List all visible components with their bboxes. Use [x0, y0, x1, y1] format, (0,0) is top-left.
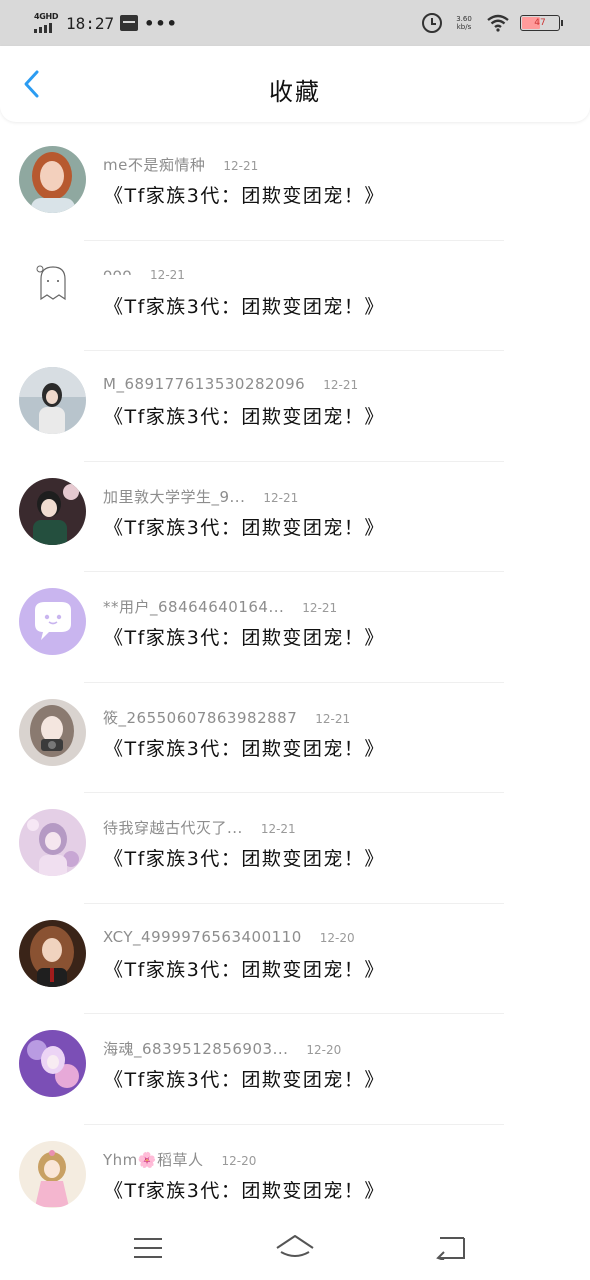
username: M_6891776135302820​96	[103, 375, 306, 393]
list-item[interactable]: **用户_68464640164... 12-21 《Tf家族3代：团欺变团宠！…	[0, 572, 590, 683]
date: 12-20	[319, 930, 355, 945]
calendar-icon	[120, 15, 139, 31]
avatar[interactable]	[19, 919, 86, 987]
username: XCY_4999976563400110	[103, 927, 302, 946]
avatar[interactable]	[19, 588, 86, 655]
date: 12-21	[150, 267, 185, 282]
item-meta: 待我穿越古代灭了... 12-21	[103, 817, 296, 838]
home-icon	[276, 1235, 314, 1257]
list-item[interactable]: M_6891776135302820​96 12-21 《Tf家族3代：团欺变团…	[0, 351, 590, 462]
story-title: 《Tf家族3代：团欺变团宠！》	[104, 958, 385, 981]
avatar[interactable]	[19, 698, 86, 766]
username: 待我穿越古代灭了...	[103, 819, 243, 837]
date: 12-20	[221, 1153, 257, 1168]
item-meta: M_6891776135302820​96 12-21	[103, 375, 358, 393]
list-item[interactable]: me不是痴情种 12-21 《Tf家族3代：团欺变团宠！》	[0, 130, 590, 241]
list-item[interactable]: 加里敦大学学生_9... 12-21 《Tf家族3代：团欺变团宠！》	[0, 462, 590, 572]
item-meta: 海魂_6839512856903... 12-20	[103, 1038, 341, 1059]
username: **用户_68464640164...	[103, 598, 285, 616]
item-meta: **用户_68464640164... 12-21	[103, 596, 337, 617]
story-title: 《Tf家族3代：团欺变团宠！》	[104, 1179, 385, 1202]
story-title: 《Tf家族3代：团欺变团宠！》	[104, 295, 385, 318]
battery-level: 47	[534, 18, 546, 28]
username: 筱_26550607863982887	[103, 708, 298, 727]
list-item[interactable]: 筱_26550607863982887 12-21 《Tf家族3代：团欺变团宠！…	[0, 683, 590, 793]
date: 12-20	[306, 1043, 342, 1057]
username: Yhm🌸稻草人	[103, 1150, 204, 1169]
date: 12-21	[223, 159, 259, 173]
page-title: 收藏	[269, 78, 321, 106]
story-title: 《Tf家族3代：团欺变团宠！》	[104, 406, 385, 428]
network-label: 4GHD	[34, 12, 59, 21]
home-button[interactable]	[275, 1230, 315, 1266]
list-item[interactable]: ᴖᴖᴖ 12-21 《Tf家族3代：团欺变团宠！》	[0, 241, 590, 351]
net-speed-unit: kb/s	[456, 23, 472, 31]
item-meta: ᴖᴖᴖ 12-21	[103, 265, 185, 283]
wifi-icon	[487, 14, 509, 32]
net-speed-value: 3.60	[456, 15, 472, 23]
item-meta: 筱_26550607863982887 12-21	[103, 707, 350, 728]
back-nav-button[interactable]	[430, 1230, 470, 1266]
date: 12-21	[323, 378, 359, 392]
clock: 18:27	[66, 13, 115, 33]
avatar[interactable]	[19, 1140, 86, 1208]
favorites-list: me不是痴情种 12-21 《Tf家族3代：团欺变团宠！》 ᴖᴖᴖ 12-21 …	[0, 130, 590, 1235]
avatar[interactable]	[19, 809, 86, 876]
item-meta: Yhm🌸稻草人 12-20	[103, 1149, 256, 1170]
item-meta: 加里敦大学学生_9... 12-21	[103, 486, 298, 507]
system-nav-bar	[0, 1218, 590, 1280]
username: ᴖᴖᴖ	[103, 264, 133, 283]
menu-button[interactable]	[128, 1230, 168, 1266]
story-title: 《Tf家族3代：团欺变团宠！》	[104, 1069, 385, 1091]
list-item[interactable]: XCY_4999976563400110 12-20 《Tf家族3代：团欺变团宠…	[0, 904, 590, 1014]
username: me不是痴情种	[103, 156, 206, 174]
avatar[interactable]	[19, 146, 86, 213]
back-icon	[436, 1237, 465, 1260]
story-title: 《Tf家族3代：团欺变团宠！》	[104, 185, 385, 207]
date: 12-21	[263, 490, 299, 505]
list-item[interactable]: 海魂_6839512856903... 12-20 《Tf家族3代：团欺变团宠！…	[0, 1014, 590, 1125]
story-title: 《Tf家族3代：团欺变团宠！》	[104, 516, 385, 539]
more-notifications: •••	[144, 13, 178, 33]
story-title: 《Tf家族3代：团欺变团宠！》	[104, 627, 385, 649]
status-left: 4GHD 18:27 •••	[34, 10, 178, 36]
item-meta: me不是痴情种 12-21	[103, 154, 258, 175]
avatar[interactable]	[19, 256, 86, 324]
story-title: 《Tf家族3代：团欺变团宠！》	[104, 848, 385, 870]
header: 收藏	[0, 46, 590, 122]
alarm-icon	[422, 13, 442, 33]
username: 海魂_6839512856903...	[103, 1040, 289, 1058]
story-title: 《Tf家族3代：团欺变团宠！》	[104, 737, 385, 760]
date: 12-21	[315, 711, 351, 726]
item-meta: XCY_4999976563400110 12-20	[103, 928, 355, 946]
status-bar: 4GHD 18:27 ••• 3.60 kb/s 47	[0, 0, 590, 46]
network-icon: 4GHD	[34, 12, 60, 34]
net-speed: 3.60 kb/s	[452, 15, 476, 31]
username: 加里敦大学学生_9...	[103, 487, 246, 506]
avatar[interactable]	[19, 1030, 86, 1097]
date: 12-21	[302, 601, 338, 615]
battery-icon: 47	[520, 15, 563, 31]
menu-icon	[134, 1238, 162, 1258]
date: 12-21	[260, 822, 296, 836]
status-right: 3.60 kb/s 47	[422, 10, 563, 36]
list-item[interactable]: 待我穿越古代灭了... 12-21 《Tf家族3代：团欺变团宠！》	[0, 793, 590, 904]
avatar[interactable]	[19, 367, 86, 434]
avatar[interactable]	[19, 477, 86, 545]
